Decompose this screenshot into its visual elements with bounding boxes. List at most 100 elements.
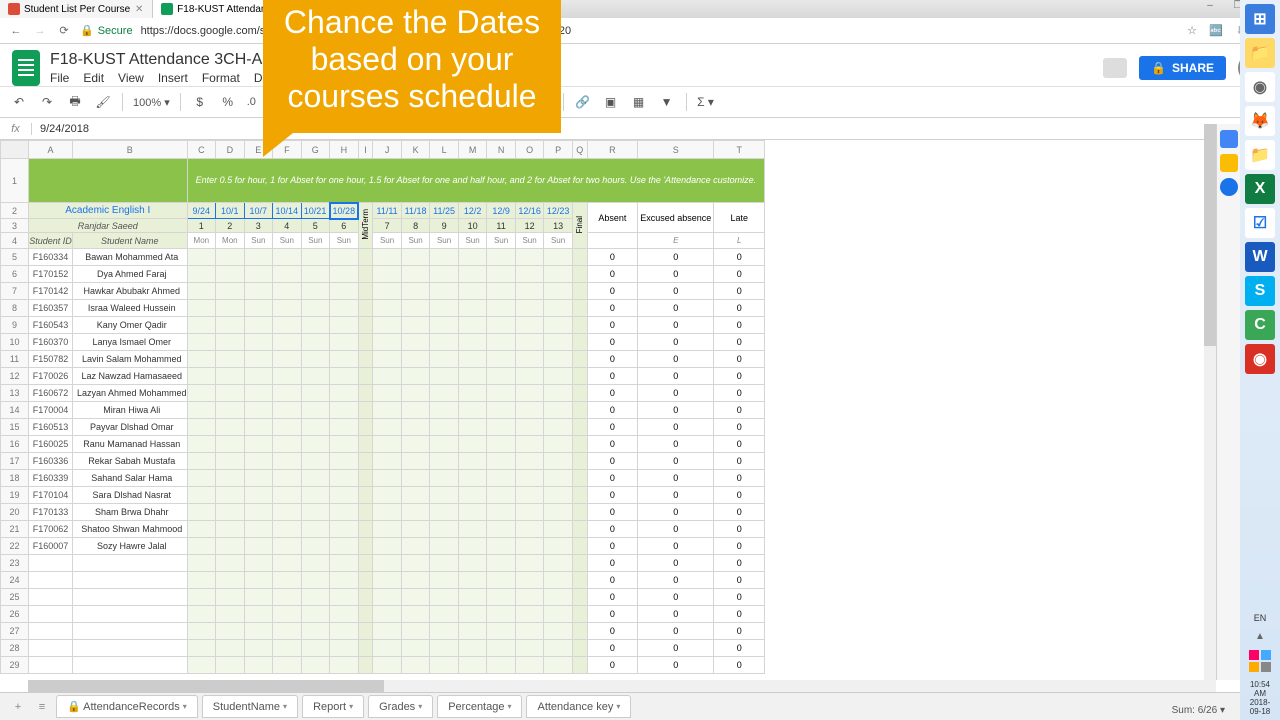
functions-icon[interactable]: Σ ▾ [697, 93, 715, 111]
attendance-cell[interactable] [430, 555, 459, 572]
row-header[interactable]: 10 [1, 334, 29, 351]
attendance-cell[interactable] [187, 249, 216, 266]
attendance-cell[interactable] [301, 623, 330, 640]
attendance-cell[interactable] [401, 623, 430, 640]
attendance-cell[interactable] [273, 640, 302, 657]
attendance-cell[interactable] [330, 300, 359, 317]
attendance-cell[interactable] [401, 487, 430, 504]
column-header[interactable]: T [714, 141, 765, 159]
attendance-cell[interactable] [330, 555, 359, 572]
row-header[interactable]: 18 [1, 470, 29, 487]
row-header[interactable]: 15 [1, 419, 29, 436]
attendance-cell[interactable] [544, 351, 573, 368]
student-id[interactable]: F160334 [29, 249, 73, 266]
final-cell[interactable] [572, 300, 587, 317]
attendance-cell[interactable] [273, 283, 302, 300]
attendance-cell[interactable] [515, 521, 544, 538]
attendance-cell[interactable] [458, 657, 487, 674]
attendance-cell[interactable] [216, 249, 245, 266]
formula-bar[interactable]: fx 9/24/2018 [0, 118, 1280, 140]
menu-edit[interactable]: Edit [83, 71, 104, 85]
final-cell[interactable] [572, 623, 587, 640]
attendance-cell[interactable] [487, 521, 516, 538]
final-cell[interactable] [572, 334, 587, 351]
attendance-cell[interactable] [401, 521, 430, 538]
close-tab-icon[interactable]: ✕ [134, 4, 144, 15]
sheet-tab[interactable]: 🔒 AttendanceRecords ▾ [56, 695, 198, 718]
attendance-cell[interactable] [301, 487, 330, 504]
attendance-cell[interactable] [373, 317, 402, 334]
attendance-cell[interactable] [187, 436, 216, 453]
taskbar-app-icon[interactable]: ◉ [1245, 72, 1275, 102]
attendance-cell[interactable] [458, 249, 487, 266]
attendance-cell[interactable] [458, 504, 487, 521]
attendance-cell[interactable] [373, 487, 402, 504]
attendance-cell[interactable] [216, 300, 245, 317]
attendance-cell[interactable] [458, 470, 487, 487]
comment-icon[interactable]: ▣ [602, 93, 620, 111]
attendance-cell[interactable] [330, 351, 359, 368]
student-id[interactable]: F170104 [29, 487, 73, 504]
attendance-cell[interactable] [515, 249, 544, 266]
attendance-cell[interactable] [187, 606, 216, 623]
student-name[interactable]: Lanya Ismael Omer [73, 334, 188, 351]
attendance-cell[interactable] [273, 436, 302, 453]
column-header[interactable]: B [73, 141, 188, 159]
attendance-cell[interactable] [187, 555, 216, 572]
empty-cell[interactable] [73, 572, 188, 589]
attendance-cell[interactable] [187, 283, 216, 300]
attendance-cell[interactable] [244, 283, 273, 300]
attendance-cell[interactable] [301, 419, 330, 436]
formula-value[interactable]: 9/24/2018 [32, 123, 97, 135]
attendance-cell[interactable] [487, 453, 516, 470]
row-header[interactable]: 26 [1, 606, 29, 623]
final-cell[interactable] [572, 351, 587, 368]
sheet-tab[interactable]: Attendance key ▾ [526, 695, 631, 718]
midterm-cell[interactable] [358, 521, 373, 538]
attendance-cell[interactable] [515, 300, 544, 317]
attendance-cell[interactable] [401, 317, 430, 334]
attendance-cell[interactable] [544, 368, 573, 385]
column-header[interactable]: C [187, 141, 216, 159]
attendance-cell[interactable] [273, 368, 302, 385]
row-header[interactable]: 11 [1, 351, 29, 368]
empty-cell[interactable] [29, 555, 73, 572]
attendance-cell[interactable] [458, 368, 487, 385]
attendance-cell[interactable] [544, 385, 573, 402]
language-indicator[interactable]: EN [1254, 613, 1267, 623]
attendance-cell[interactable] [373, 385, 402, 402]
date-header[interactable]: 12/16 [515, 203, 544, 219]
attendance-cell[interactable] [430, 521, 459, 538]
attendance-cell[interactable] [273, 470, 302, 487]
attendance-cell[interactable] [244, 504, 273, 521]
attendance-cell[interactable] [487, 334, 516, 351]
attendance-cell[interactable] [244, 368, 273, 385]
back-button[interactable]: ← [8, 23, 24, 39]
attendance-cell[interactable] [373, 419, 402, 436]
attendance-cell[interactable] [515, 351, 544, 368]
student-name[interactable]: Sahand Salar Hama [73, 470, 188, 487]
attendance-cell[interactable] [515, 487, 544, 504]
attendance-cell[interactable] [487, 317, 516, 334]
empty-cell[interactable] [29, 640, 73, 657]
attendance-cell[interactable] [430, 504, 459, 521]
attendance-cell[interactable] [515, 623, 544, 640]
row-header[interactable]: 8 [1, 300, 29, 317]
attendance-cell[interactable] [301, 657, 330, 674]
attendance-cell[interactable] [487, 436, 516, 453]
attendance-cell[interactable] [487, 487, 516, 504]
empty-cell[interactable] [29, 623, 73, 640]
attendance-cell[interactable] [216, 589, 245, 606]
final-cell[interactable] [572, 266, 587, 283]
attendance-cell[interactable] [273, 385, 302, 402]
print-icon[interactable]: 🖶 [66, 93, 84, 111]
empty-cell[interactable] [73, 640, 188, 657]
row-header[interactable]: 5 [1, 249, 29, 266]
student-name[interactable]: Israa Waleed Hussein [73, 300, 188, 317]
attendance-cell[interactable] [244, 436, 273, 453]
attendance-cell[interactable] [515, 317, 544, 334]
column-header[interactable]: N [487, 141, 516, 159]
horizontal-scrollbar[interactable] [28, 680, 1216, 692]
attendance-cell[interactable] [187, 402, 216, 419]
attendance-cell[interactable] [544, 317, 573, 334]
